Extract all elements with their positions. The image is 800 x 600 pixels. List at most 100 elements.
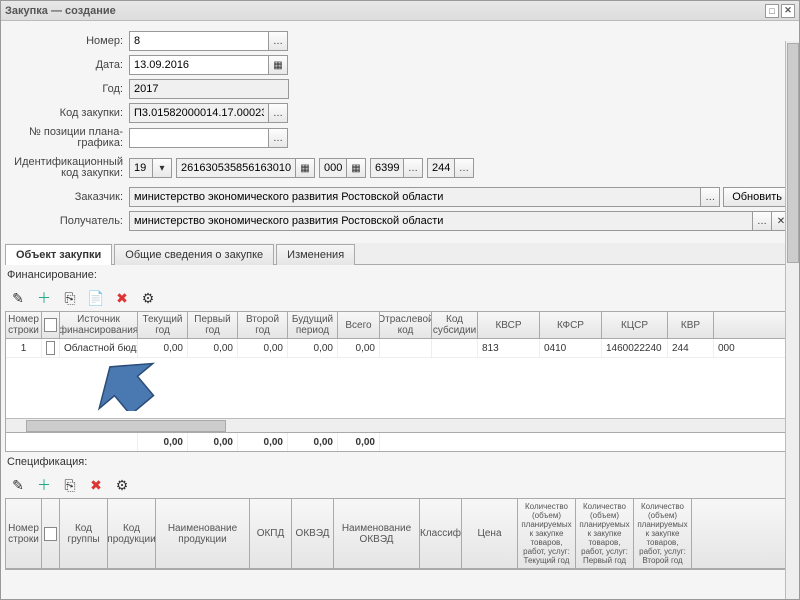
idcode-seg5[interactable] [427, 158, 455, 178]
window: Закупка — создание □ ✕ Номер: … Дата: ▦ … [0, 0, 800, 600]
receiver-input[interactable] [129, 211, 753, 231]
form-area: Номер: … Дата: ▦ Год: Код закупки: … № п… [5, 23, 795, 239]
receiver-lookup-icon[interactable]: … [752, 211, 772, 231]
year-input[interactable] [129, 79, 289, 99]
col-rowno[interactable]: Номер строки [6, 312, 42, 338]
tab-general[interactable]: Общие сведения о закупке [114, 244, 274, 265]
delete-icon[interactable]: ✖ [111, 287, 133, 309]
spec-grid: Номер строки Код группы Код продукции На… [5, 498, 795, 570]
col-kvr[interactable]: КВР [668, 312, 714, 338]
scol-group[interactable]: Код группы [60, 499, 108, 568]
col-curyear[interactable]: Текущий год [138, 312, 188, 338]
col-industry[interactable]: Отраслевой код [380, 312, 432, 338]
scol-rowno[interactable]: Номер строки [6, 499, 42, 568]
cell-total: 0,00 [338, 339, 380, 357]
scol-prodname[interactable]: Наименование продукции [156, 499, 250, 568]
row-checkbox[interactable] [46, 341, 55, 355]
date-input[interactable] [129, 55, 269, 75]
calendar-icon[interactable]: ▦ [268, 55, 288, 75]
spec-header-checkbox[interactable] [44, 527, 57, 541]
refresh-button[interactable]: Обновить [723, 187, 791, 207]
idcode-seg4[interactable] [370, 158, 404, 178]
number-input[interactable] [129, 31, 269, 51]
scol-qty1[interactable]: Количество (объем) планируемых к закупке… [576, 499, 634, 568]
add-icon[interactable]: ＋ [33, 287, 55, 309]
tab-bar: Объект закупки Общие сведения о закупке … [5, 243, 795, 265]
collapse-button[interactable]: □ [765, 4, 779, 18]
idcode-seg2-cal-icon[interactable]: ▦ [295, 158, 315, 178]
planpos-input[interactable] [129, 128, 269, 148]
idcode-seg5-lookup-icon[interactable]: … [454, 158, 474, 178]
col-y2[interactable]: Второй год [238, 312, 288, 338]
code-label: Код закупки: [9, 107, 129, 119]
spec-delete-icon[interactable]: ✖ [85, 474, 107, 496]
tab-changes[interactable]: Изменения [276, 244, 355, 265]
idcode-seg3-cal-icon[interactable]: ▦ [346, 158, 366, 178]
gear-icon[interactable]: ⚙ [137, 287, 159, 309]
financing-totals: 0,00 0,00 0,00 0,00 0,00 [5, 433, 795, 452]
idcode-seg1[interactable] [129, 158, 153, 178]
scol-okpd[interactable]: ОКПД [250, 499, 292, 568]
title-buttons: □ ✕ [765, 4, 795, 18]
scol-classif[interactable]: Классиф [420, 499, 462, 568]
tab-object[interactable]: Объект закупки [5, 244, 112, 265]
col-source[interactable]: Источник финансирования [60, 312, 138, 338]
col-check[interactable] [42, 312, 60, 338]
spec-grid-header: Номер строки Код группы Код продукции На… [6, 499, 794, 569]
number-lookup-icon[interactable]: … [268, 31, 288, 51]
scol-qty2[interactable]: Количество (объем) планируемых к закупке… [634, 499, 692, 568]
scol-extra[interactable] [692, 499, 794, 568]
financing-row[interactable]: 1 Областной бюджет 0,00 0,00 0,00 0,00 0… [6, 339, 794, 358]
customer-label: Заказчик: [9, 191, 129, 203]
col-subsidy[interactable]: Код субсидии [432, 312, 478, 338]
code-input[interactable] [129, 103, 269, 123]
spec-toolbar: ✎ ＋ ⎘ ✖ ⚙ [5, 472, 795, 498]
spec-label: Спецификация: [5, 452, 795, 472]
number-label: Номер: [9, 35, 129, 47]
financing-hscroll[interactable] [6, 418, 794, 432]
spec-add-icon[interactable]: ＋ [33, 474, 55, 496]
col-y1[interactable]: Первый год [188, 312, 238, 338]
title-bar: Закупка — создание □ ✕ [1, 1, 799, 21]
cell-kvsr: 813 [478, 339, 540, 357]
col-kvsr[interactable]: КВСР [478, 312, 540, 338]
vscroll-thumb[interactable] [787, 43, 799, 263]
close-button[interactable]: ✕ [781, 4, 795, 18]
date-label: Дата: [9, 59, 129, 71]
col-future[interactable]: Будущий период [288, 312, 338, 338]
window-body: Номер: … Дата: ▦ Год: Код закупки: … № п… [1, 21, 799, 599]
idcode-seg1-dd-icon[interactable]: ▾ [152, 158, 172, 178]
col-total[interactable]: Всего [338, 312, 380, 338]
idcode-seg4-lookup-icon[interactable]: … [403, 158, 423, 178]
window-vscroll[interactable] [785, 41, 799, 599]
col-kfsr[interactable]: КФСР [540, 312, 602, 338]
planpos-lookup-icon[interactable]: … [268, 128, 288, 148]
scol-check[interactable] [42, 499, 60, 568]
hscroll-thumb[interactable] [26, 420, 226, 432]
planpos-label: № позиции плана-графика: [9, 127, 129, 149]
scol-okved[interactable]: ОКВЭД [292, 499, 334, 568]
scol-okvedname[interactable]: Наименование ОКВЭД [334, 499, 420, 568]
cell-source: Областной бюджет [60, 339, 138, 357]
scol-prodcode[interactable]: Код продукции [108, 499, 156, 568]
cell-check[interactable] [42, 339, 60, 357]
col-kcsr[interactable]: КЦСР [602, 312, 668, 338]
cell-kvr: 244 [668, 339, 714, 357]
scol-qtycur[interactable]: Количество (объем) планируемых к закупке… [518, 499, 576, 568]
spec-gear-icon[interactable]: ⚙ [111, 474, 133, 496]
spec-copy-icon[interactable]: ⎘ [59, 474, 81, 496]
idcode-seg3[interactable] [319, 158, 347, 178]
idcode-seg2[interactable] [176, 158, 296, 178]
edit-icon[interactable]: ✎ [7, 287, 29, 309]
customer-lookup-icon[interactable]: … [700, 187, 720, 207]
tot-fut: 0,00 [288, 433, 338, 451]
copy-icon[interactable]: ⎘ [59, 287, 81, 309]
header-checkbox[interactable] [44, 318, 57, 332]
paste-icon[interactable]: 📄 [85, 287, 107, 309]
col-extra[interactable] [714, 312, 794, 338]
customer-input[interactable] [129, 187, 701, 207]
scol-price[interactable]: Цена [462, 499, 518, 568]
code-lookup-icon[interactable]: … [268, 103, 288, 123]
receiver-label: Получатель: [9, 215, 129, 227]
spec-edit-icon[interactable]: ✎ [7, 474, 29, 496]
